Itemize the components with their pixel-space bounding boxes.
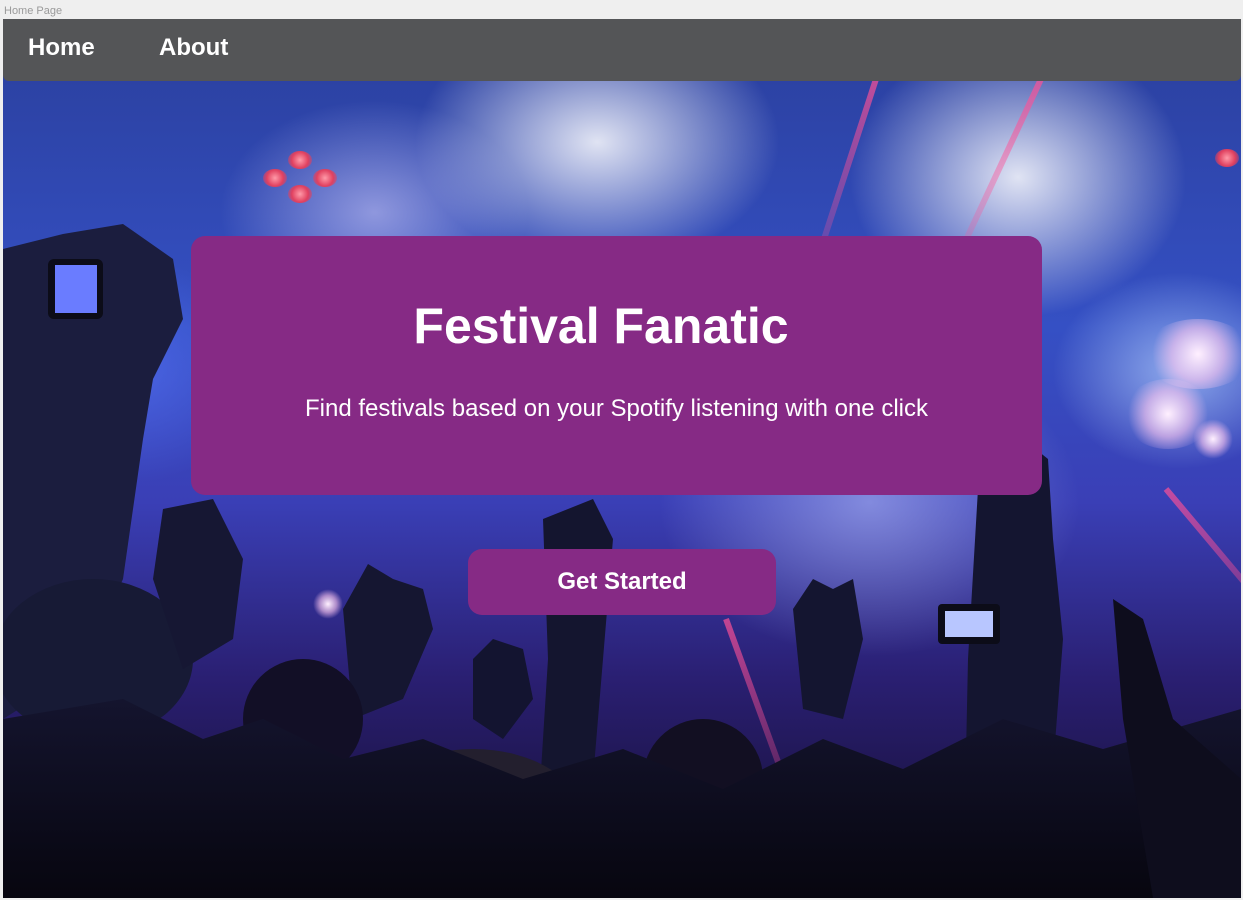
hero-card: Festival Fanatic Find festivals based on… [191,236,1042,495]
page-title: Festival Fanatic [413,298,789,354]
home-page-frame: Home About Festival Fanatic Find festiva… [3,19,1241,898]
nav-home-link[interactable]: Home [28,33,95,63]
hero-subtitle: Find festivals based on your Spotify lis… [305,395,928,422]
top-navbar: Home About [3,19,1241,81]
nav-about-link[interactable]: About [159,33,228,63]
frame-label: Home Page [4,5,63,17]
get-started-button[interactable]: Get Started [468,549,776,615]
